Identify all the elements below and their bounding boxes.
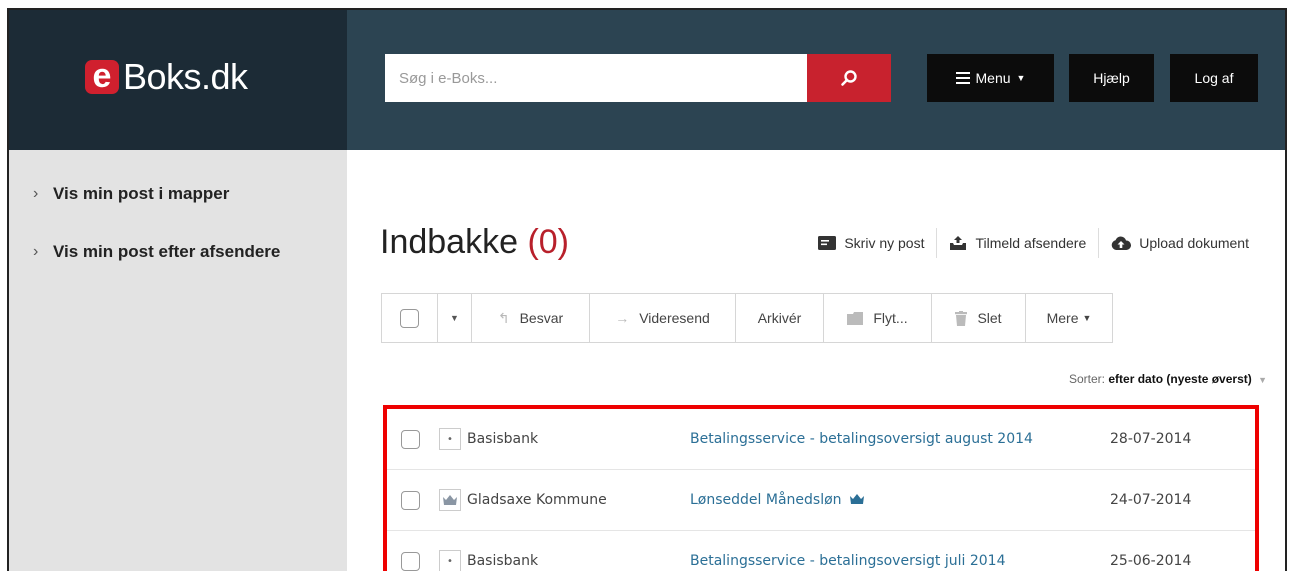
logo-text: Boks.dk (123, 56, 248, 97)
chevron-right-icon: › (33, 243, 39, 260)
forward-arrow-icon: → (615, 310, 630, 326)
select-all-checkbox[interactable] (382, 294, 438, 342)
help-button[interactable]: Hjælp (1069, 54, 1154, 102)
caret-down-icon: ▼ (1082, 313, 1092, 323)
table-row[interactable]: Gladsaxe Kommune Lønseddel Månedsløn 24-… (387, 470, 1255, 531)
message-toolbar: ▼ ↰ Besvar → Videresend Arkivér Flyt... (381, 293, 1113, 343)
logo-area: e Boks.dk (9, 10, 347, 150)
app-frame: e Boks.dk Menu ▼ Hjælp Log af › Vi (7, 8, 1287, 571)
sidebar-item-senders[interactable]: › Vis min post efter afsendere (33, 242, 280, 262)
message-date: 24-07-2014 (1110, 492, 1192, 508)
top-bar: Menu ▼ Hjælp Log af (347, 10, 1285, 150)
sidebar: › Vis min post i mapper › Vis min post e… (9, 150, 347, 571)
forward-button[interactable]: → Videresend (590, 294, 736, 342)
hamburger-icon (955, 72, 970, 84)
menu-label: Menu (975, 70, 1011, 86)
delete-button[interactable]: Slet (932, 294, 1026, 342)
reply-label: Besvar (519, 310, 564, 326)
table-row[interactable]: • Basisbank Betalingsservice - betalings… (387, 409, 1255, 470)
message-subject-text: Lønseddel Månedsløn (690, 492, 842, 508)
write-new-post-button[interactable]: Skriv ny post (806, 228, 936, 258)
select-dropdown-button[interactable]: ▼ (438, 294, 472, 342)
subscribe-senders-label: Tilmeld afsendere (975, 235, 1087, 251)
delete-label: Slet (977, 310, 1002, 326)
message-subject-link[interactable]: Betalingsservice - betalingsoversigt aug… (690, 431, 1033, 447)
logo[interactable]: e Boks.dk (85, 56, 248, 98)
page-title: Indbakke (0) (380, 223, 569, 262)
sort-label: Sorter: (1069, 372, 1106, 386)
page-title-text: Indbakke (380, 223, 518, 261)
row-checkbox[interactable] (401, 490, 420, 510)
table-row[interactable]: • Basisbank Betalingsservice - betalings… (387, 531, 1255, 571)
archive-label: Arkivér (757, 310, 802, 326)
upload-document-label: Upload dokument (1139, 235, 1249, 251)
sort-value: efter dato (nyeste øverst) (1108, 372, 1252, 386)
caret-down-icon: ▼ (450, 313, 459, 323)
move-label: Flyt... (873, 310, 908, 326)
logout-button[interactable]: Log af (1170, 54, 1258, 102)
checkbox[interactable] (400, 308, 419, 328)
inbox-upload-icon (950, 236, 967, 250)
trash-icon (955, 310, 968, 326)
sidebar-item-label: Vis min post i mapper (53, 184, 230, 203)
archive-button[interactable]: Arkivér (736, 294, 824, 342)
action-links: Skriv ny post Tilmeld afsendere Upload d… (806, 228, 1261, 258)
upload-document-button[interactable]: Upload dokument (1098, 228, 1261, 258)
row-checkbox[interactable] (401, 551, 420, 571)
row-checkbox[interactable] (401, 429, 420, 449)
dot-icon: • (439, 428, 461, 450)
search-button[interactable] (807, 54, 891, 102)
forward-label: Videresend (639, 310, 710, 326)
unread-count: (0) (527, 223, 570, 261)
reply-icon: ↰ (497, 309, 510, 326)
write-new-post-label: Skriv ny post (844, 235, 925, 251)
menu-button[interactable]: Menu ▼ (927, 54, 1054, 102)
message-list: • Basisbank Betalingsservice - betalings… (383, 405, 1259, 571)
crown-icon (439, 489, 461, 511)
logo-e-icon: e (85, 59, 119, 94)
caret-down-icon: ▼ (1016, 73, 1026, 83)
cloud-upload-icon (1111, 236, 1132, 250)
sender-name: Basisbank (467, 431, 539, 447)
sidebar-item-label: Vis min post efter afsendere (53, 242, 281, 261)
more-button[interactable]: Mere ▼ (1026, 294, 1112, 342)
compose-icon (818, 236, 837, 250)
folder-icon (847, 311, 864, 325)
sender-name: Basisbank (467, 553, 539, 569)
caret-down-icon: ▼ (1258, 375, 1267, 385)
sender-name: Gladsaxe Kommune (467, 492, 607, 508)
main-content: Indbakke (0) Skriv ny post Tilmeld afsen… (347, 150, 1285, 571)
subscribe-senders-button[interactable]: Tilmeld afsendere (936, 228, 1098, 258)
search-icon (841, 70, 857, 86)
search-input[interactable] (385, 54, 807, 102)
message-date: 25-06-2014 (1110, 553, 1192, 569)
crown-icon (849, 494, 864, 504)
chevron-right-icon: › (33, 185, 39, 202)
message-subject-link[interactable]: Betalingsservice - betalingsoversigt jul… (690, 553, 1005, 569)
message-subject-link[interactable]: Lønseddel Månedsløn (690, 492, 865, 508)
sidebar-item-folders[interactable]: › Vis min post i mapper (33, 184, 229, 204)
message-date: 28-07-2014 (1110, 431, 1192, 447)
sort-control[interactable]: Sorter: efter dato (nyeste øverst) ▼ (1069, 372, 1267, 386)
dot-icon: • (439, 550, 461, 571)
move-button[interactable]: Flyt... (824, 294, 932, 342)
reply-button[interactable]: ↰ Besvar (472, 294, 590, 342)
more-label: Mere (1046, 310, 1079, 326)
